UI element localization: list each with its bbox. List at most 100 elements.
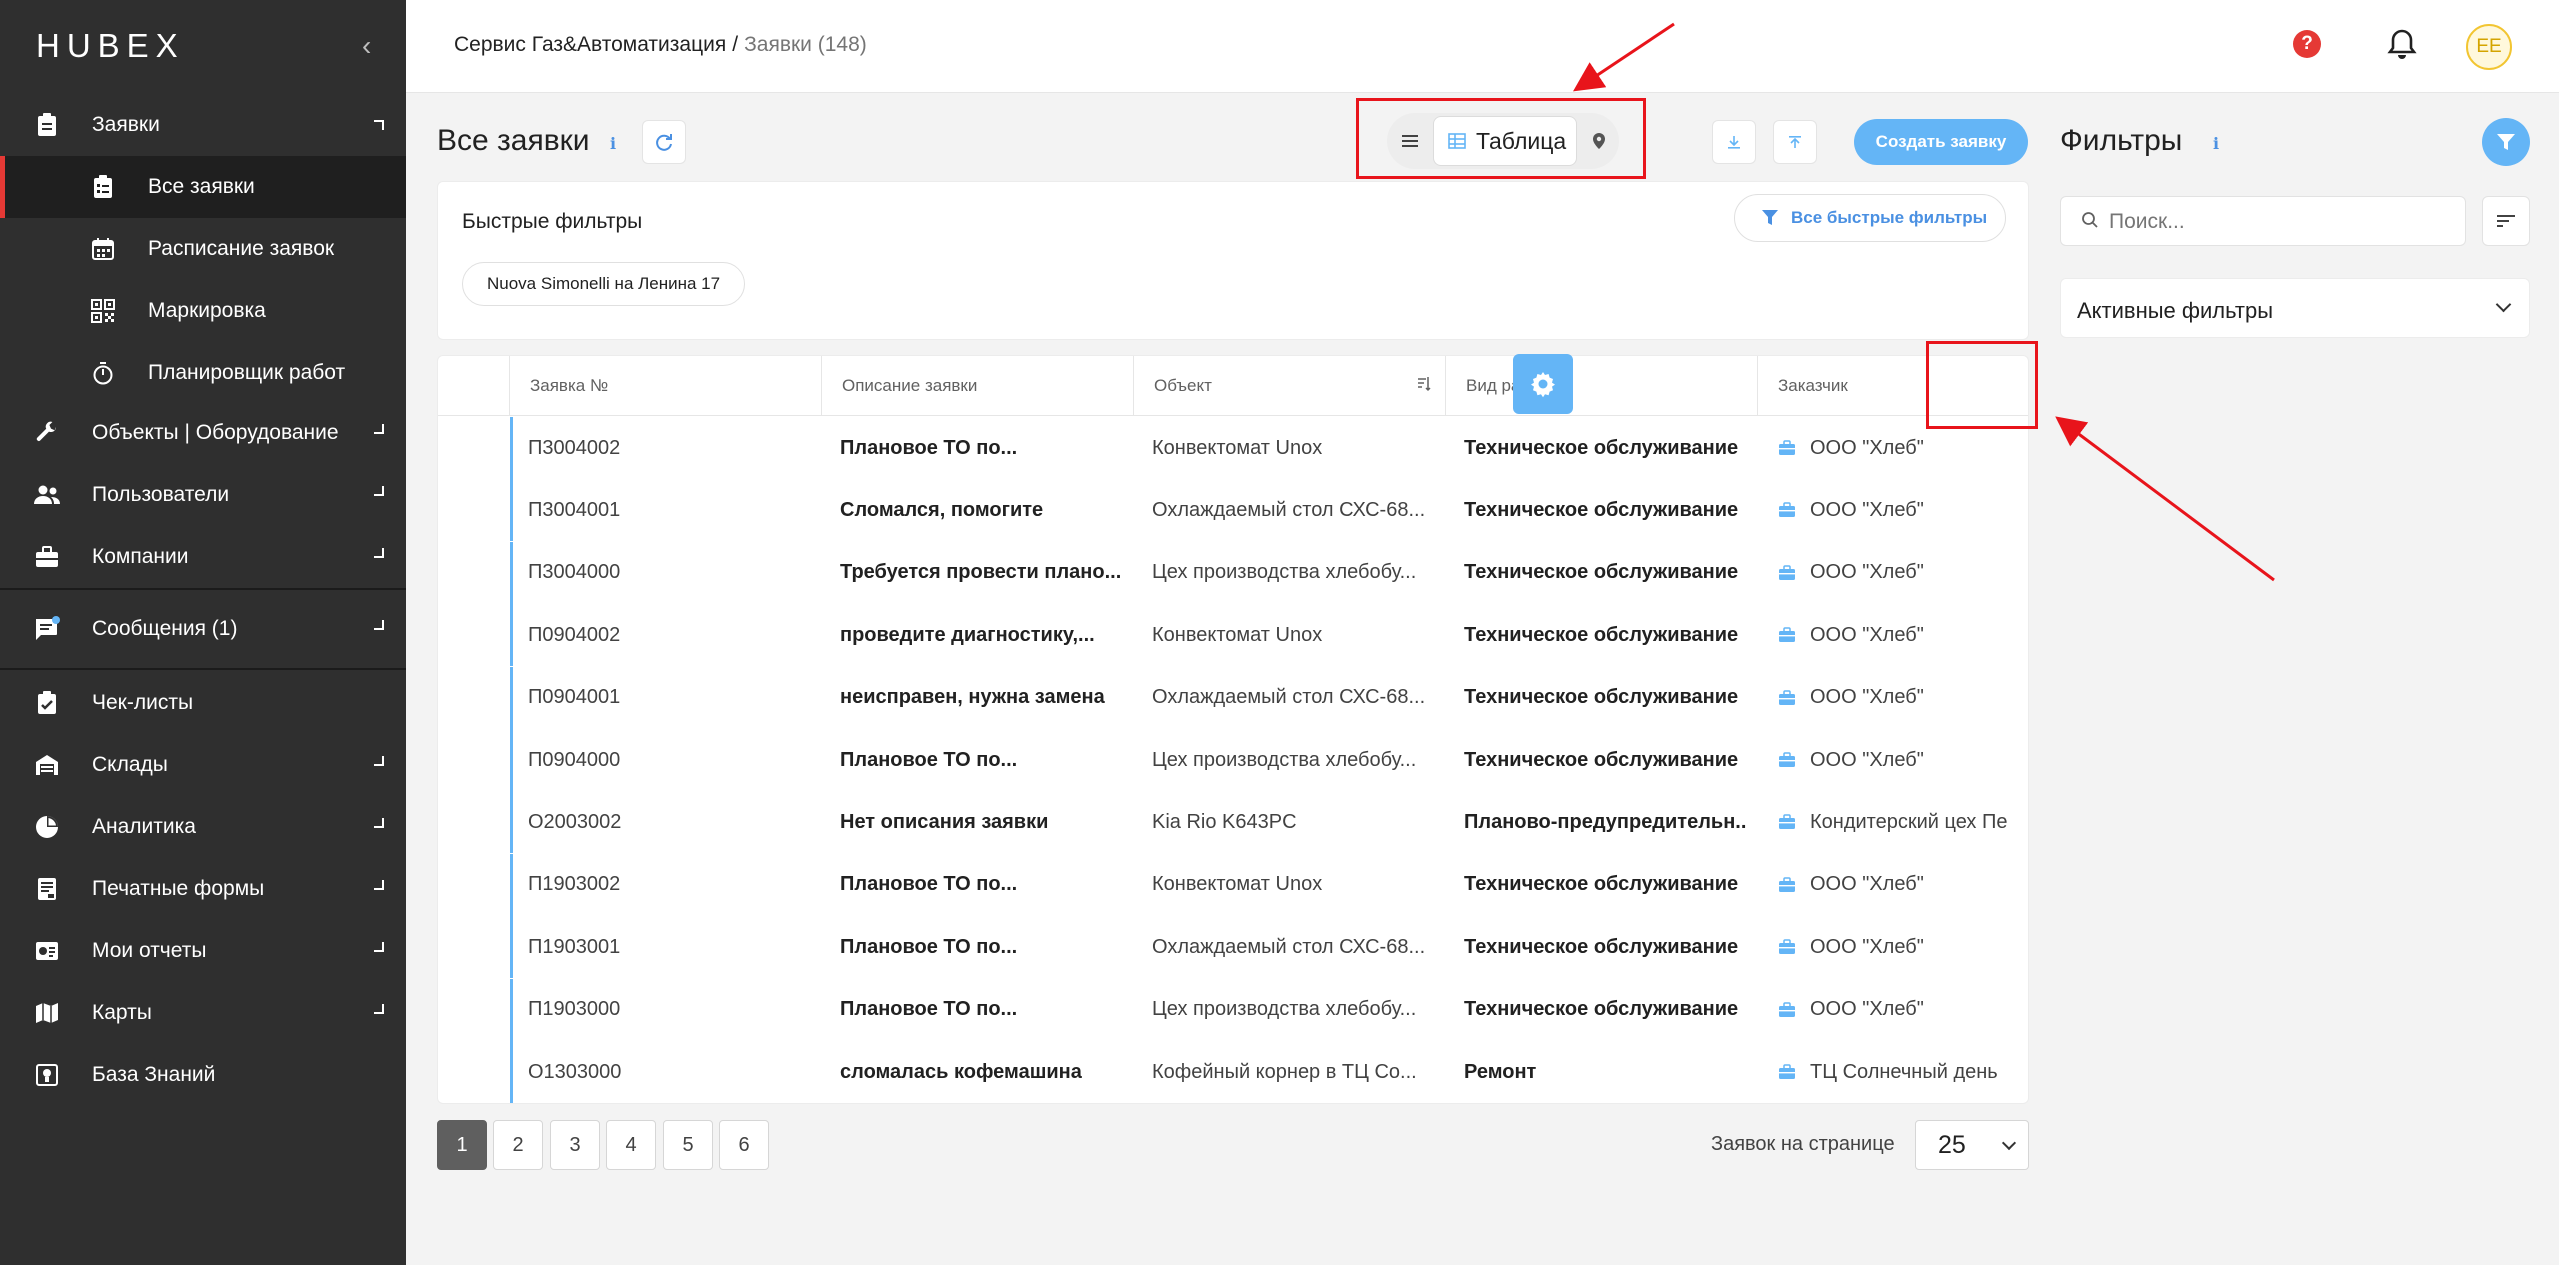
- checklist-icon: [34, 690, 60, 716]
- cell-object: Охлаждаемый стол СХС-68...: [1152, 935, 1426, 958]
- page-button-2[interactable]: 2: [493, 1120, 543, 1170]
- sidebar-item-print-forms[interactable]: Печатные формы: [0, 858, 406, 920]
- sidebar-item-messages[interactable]: Сообщения (1): [0, 598, 406, 660]
- cell-description: Плановое ТО по...: [840, 436, 1018, 459]
- sidebar-item-marking[interactable]: Маркировка: [0, 280, 406, 342]
- sidebar-item-objects[interactable]: Объекты | Оборудование: [0, 402, 406, 464]
- sort-icon[interactable]: [1417, 376, 1431, 392]
- column-header-label: Объект: [1154, 376, 1212, 395]
- row-marker: [510, 916, 513, 979]
- calendar-icon: [90, 236, 116, 262]
- table-row[interactable]: П1903001 Плановое ТО по... Охлаждаемый сто…: [438, 916, 2028, 979]
- sidebar-item-all-requests[interactable]: Все заявки: [0, 156, 406, 218]
- cell-number: П0904000: [528, 748, 621, 771]
- clipboard-icon: [34, 112, 60, 138]
- company-icon: [1779, 877, 1795, 892]
- page-button-6[interactable]: 6: [719, 1120, 769, 1170]
- toggle-filters-button[interactable]: [2482, 118, 2530, 166]
- sidebar-item-schedule[interactable]: Расписание заявок: [0, 218, 406, 280]
- sidebar-item-label: Сообщения (1): [92, 617, 238, 640]
- cell-customer-label: ООО "Хлеб": [1810, 873, 1924, 896]
- column-header-description[interactable]: Описание заявки: [822, 356, 1134, 416]
- cell-customer: ООО "Хлеб": [1778, 479, 2028, 541]
- table-row[interactable]: П0904002 проведите диагностику,... Конвект…: [438, 604, 2028, 667]
- table-row[interactable]: П0904001 неисправен, нужна замена Охлаждае…: [438, 666, 2028, 729]
- sidebar-item-work-planner[interactable]: Планировщик работ: [0, 342, 406, 404]
- per-page-select[interactable]: 25: [1915, 1120, 2029, 1170]
- quick-filters-title: Быстрые фильтры: [462, 210, 643, 233]
- cell-number: П3004000: [528, 561, 621, 584]
- row-marker: [510, 666, 513, 729]
- breadcrumb: Сервис Газ&Автоматизация / Заявки (148): [454, 33, 867, 57]
- sidebar-item-users[interactable]: Пользователи: [0, 464, 406, 526]
- cell-customer-label: ООО "Хлеб": [1810, 686, 1924, 709]
- cell-number: П1903001: [528, 935, 621, 958]
- cell-description: сломалась кофемашина: [840, 1060, 1082, 1083]
- info-icon[interactable]: i: [603, 133, 623, 153]
- cell-work-type: Техническое обслуживание: [1464, 873, 1739, 896]
- sidebar-item-requests[interactable]: Заявки: [0, 94, 406, 156]
- company-icon: [1779, 939, 1795, 955]
- cell-work-type: Техническое обслуживание: [1464, 935, 1739, 958]
- table-row[interactable]: П0904000 Плановое ТО по... Цех производств…: [438, 729, 2028, 791]
- table-row[interactable]: О2003002 Нет описания заявки Kia Rio K643P…: [438, 791, 2028, 854]
- cell-number: О1303000: [528, 1060, 622, 1083]
- sidebar-item-my-reports[interactable]: Мои отчеты: [0, 920, 406, 982]
- avatar[interactable]: EE: [2466, 24, 2512, 70]
- chevron-corner-icon: [374, 756, 384, 766]
- logo-text: HUBEX: [36, 27, 185, 64]
- page-button-1[interactable]: 1: [437, 1120, 487, 1170]
- sort-icon: [2497, 215, 2515, 227]
- filter-icon: [2497, 134, 2515, 150]
- bell-icon[interactable]: [2387, 28, 2417, 60]
- all-quick-filters-button[interactable]: Все быстрые фильтры: [1734, 194, 2006, 242]
- cell-number: П1903002: [528, 873, 621, 896]
- table-row[interactable]: П3004001 Сломался, помогите Охлаждаемый ст…: [438, 479, 2028, 542]
- sidebar-item-label: Маркировка: [148, 299, 266, 322]
- sidebar-item-analytics[interactable]: Аналитика: [0, 796, 406, 858]
- column-header-object[interactable]: Объект: [1134, 356, 1446, 416]
- page-button-5[interactable]: 5: [663, 1120, 713, 1170]
- sidebar-item-label: Аналитика: [92, 815, 196, 838]
- filters-sort-button[interactable]: [2482, 196, 2530, 246]
- hubex-logo[interactable]: HUBEX: [36, 26, 185, 66]
- page-button-3[interactable]: 3: [550, 1120, 600, 1170]
- table-row[interactable]: П1903000 Плановое ТО по... Цех производств…: [438, 978, 2028, 1041]
- download-icon: [1728, 136, 1740, 149]
- table-row[interactable]: П1903002 Плановое ТО по... Конвектомат Uno…: [438, 853, 2028, 916]
- sidebar-collapse-button[interactable]: ‹: [362, 30, 371, 62]
- quick-filter-chip[interactable]: Nuova Simonelli на Ленина 17: [462, 262, 746, 306]
- page-title: Все заявки: [437, 124, 590, 157]
- sidebar-item-warehouses[interactable]: Склады: [0, 734, 406, 796]
- help-icon[interactable]: ?: [2293, 30, 2321, 58]
- pie-chart-icon: [34, 814, 60, 840]
- sidebar-item-maps[interactable]: Карты: [0, 982, 406, 1044]
- create-request-button[interactable]: Создать заявку: [1854, 119, 2028, 165]
- sidebar: HUBEX ‹ Заявки Все заявки Расписание зая…: [0, 0, 406, 1265]
- download-button[interactable]: [1712, 120, 1756, 164]
- cell-customer-label: ООО "Хлеб": [1810, 623, 1924, 646]
- info-icon[interactable]: i: [2206, 133, 2226, 153]
- column-header-work-type[interactable]: Вид работ: [1446, 356, 1758, 416]
- sidebar-item-companies[interactable]: Компании: [0, 526, 406, 588]
- company-icon: [1779, 752, 1795, 767]
- chevron-down-icon: [2495, 296, 2512, 313]
- sidebar-item-knowledge-base[interactable]: База Знаний: [0, 1044, 406, 1106]
- active-filters-accordion[interactable]: Активные фильтры: [2060, 278, 2530, 338]
- cell-customer: ООО "Хлеб": [1778, 854, 2028, 916]
- sidebar-item-checklists[interactable]: Чек-листы: [0, 672, 406, 734]
- breadcrumb-parent[interactable]: Сервис Газ&Автоматизация: [454, 33, 726, 56]
- cell-customer: ТЦ Солнечный день: [1778, 1041, 2028, 1103]
- table-settings-button[interactable]: [1513, 354, 1573, 414]
- table-row[interactable]: П3004000 Требуется провести плано... Цех п…: [438, 541, 2028, 604]
- page-button-4[interactable]: 4: [606, 1120, 656, 1170]
- table-row[interactable]: О1303000 сломалась кофемашина Кофейный кор…: [438, 1041, 2028, 1103]
- refresh-button[interactable]: [642, 120, 686, 164]
- search-input[interactable]: [2109, 207, 2449, 237]
- company-icon: [1779, 502, 1795, 518]
- column-header-number[interactable]: Заявка №: [510, 356, 822, 416]
- cell-customer-label: ООО "Хлеб": [1810, 748, 1924, 771]
- cell-object: Цех производства хлебобу...: [1152, 561, 1417, 584]
- upload-button[interactable]: [1773, 120, 1817, 164]
- table-row[interactable]: П3004002 Плановое ТО по... Конвектомат Uno…: [438, 417, 2028, 479]
